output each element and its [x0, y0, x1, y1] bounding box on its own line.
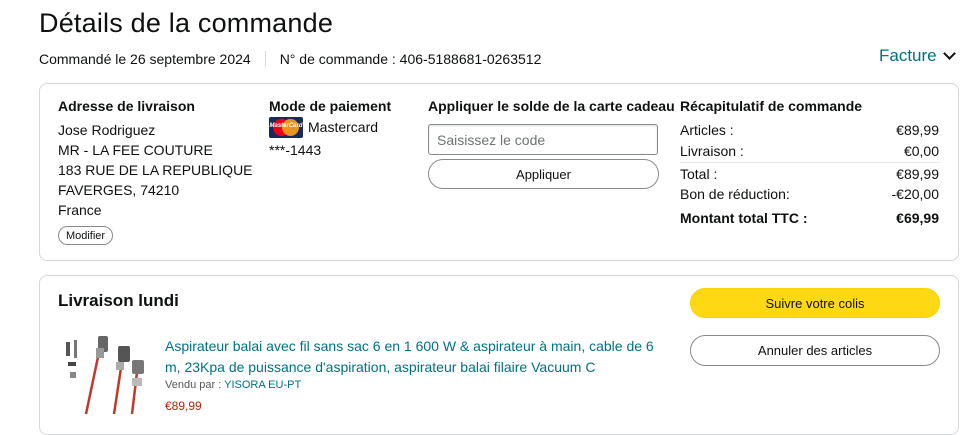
summary-divider — [680, 162, 940, 163]
invoice-label: Facture — [879, 46, 937, 65]
total-value: €69,99 — [896, 210, 939, 226]
summary-label: Livraison : — [680, 143, 744, 159]
card-number: ***-1443 — [269, 142, 322, 158]
summary-label: Total : — [680, 166, 718, 182]
shipping-address-title: Adresse de livraison — [58, 98, 195, 114]
delivery-title: Livraison lundi — [58, 291, 179, 310]
invoice-dropdown[interactable]: Facture — [879, 46, 956, 66]
seller-info: Vendu par : YISORA EU-PT — [165, 379, 301, 391]
total-label: Montant total TTC : — [680, 210, 808, 226]
card-brand: Mastercard — [308, 119, 379, 135]
summary-value: -€20,00 — [891, 186, 939, 202]
address-line: Jose Rodriguez — [58, 122, 156, 138]
order-meta: Commandé le 26 septembre 2024 N° de comm… — [39, 51, 541, 67]
cancel-items-button[interactable]: Annuler des articles — [690, 335, 940, 366]
product-price: €89,99 — [165, 399, 202, 413]
chevron-down-icon — [942, 47, 956, 60]
gift-card-code-input[interactable] — [428, 124, 658, 155]
mastercard-logo: MasterCard — [269, 117, 303, 138]
summary-label: Bon de réduction: — [680, 186, 790, 202]
sold-by-label: Vendu par : — [165, 379, 222, 391]
address-line: 183 RUE DE LA REPUBLIQUE — [58, 162, 253, 178]
address-line: France — [58, 202, 102, 218]
order-number: N° de commande : 406-5188681-0263512 — [279, 51, 542, 67]
order-date: Commandé le 26 septembre 2024 — [39, 51, 251, 67]
address-line: MR - LA FEE COUTURE — [58, 142, 213, 158]
seller-link[interactable]: YISORA EU-PT — [224, 379, 301, 391]
address-line: FAVERGES, 74210 — [58, 182, 180, 198]
product-image[interactable] — [58, 334, 148, 414]
order-summary-title: Récapitulatif de commande — [680, 98, 863, 114]
summary-value: €89,99 — [896, 122, 939, 138]
product-title-link[interactable]: Aspirateur balai avec fil sans sac 6 en … — [165, 336, 670, 378]
summary-value: €89,99 — [896, 166, 939, 182]
summary-value: €0,00 — [903, 143, 939, 159]
payment-method-title: Mode de paiement — [269, 98, 392, 114]
page-title: Détails de la commande — [39, 8, 334, 38]
summary-label: Articles : — [680, 122, 734, 138]
mastercard-logo-text: MasterCard — [269, 123, 303, 129]
gift-card-title: Appliquer le solde de la carte cadeau — [428, 98, 675, 114]
meta-divider — [264, 51, 266, 67]
apply-gift-card-button[interactable]: Appliquer — [428, 159, 659, 189]
track-package-button[interactable]: Suivre votre colis — [690, 288, 940, 318]
modify-address-button[interactable]: Modifier — [58, 226, 113, 245]
